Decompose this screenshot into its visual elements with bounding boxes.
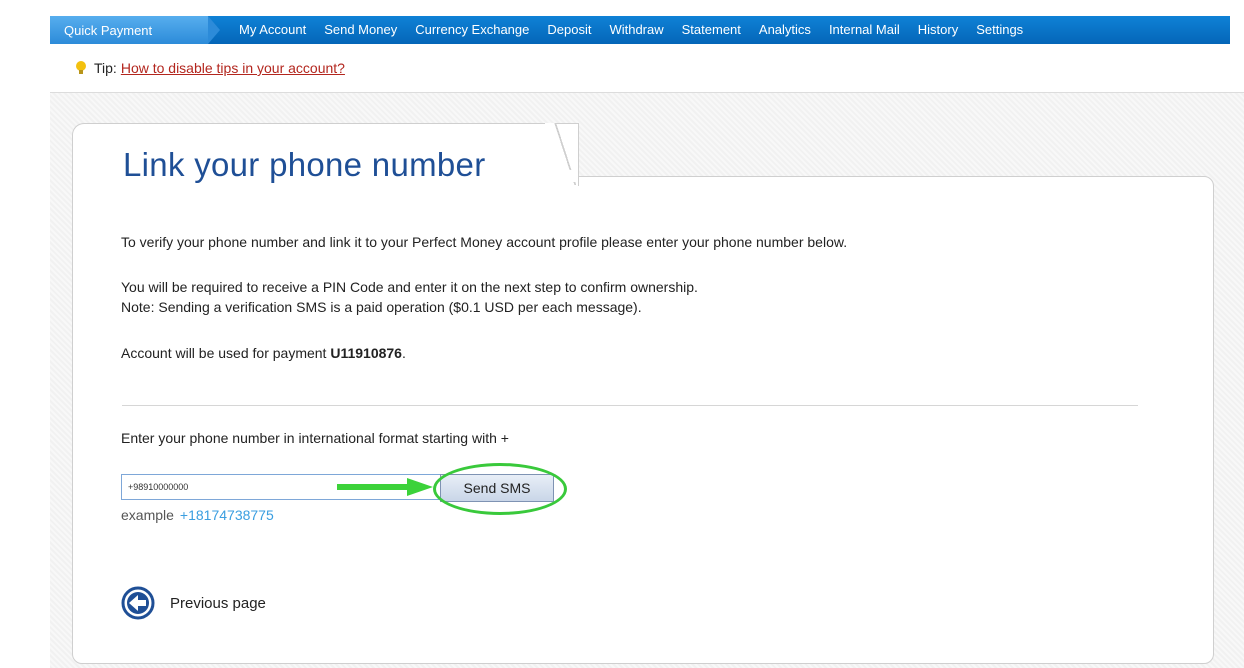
example-hint: example +18174738775 — [121, 507, 274, 523]
previous-page-label: Previous page — [170, 594, 266, 612]
green-arrow-icon — [337, 478, 433, 496]
tip-bar: Tip: How to disable tips in your account… — [76, 60, 345, 76]
tip-prefix: Tip: — [94, 60, 117, 76]
nav-send-money[interactable]: Send Money — [315, 16, 406, 44]
disable-tips-link[interactable]: How to disable tips in your account? — [121, 60, 345, 76]
back-arrow-icon — [121, 586, 155, 620]
pin-note-text: You will be required to receive a PIN Co… — [121, 279, 698, 295]
example-number: +18174738775 — [179, 507, 274, 523]
nav-settings[interactable]: Settings — [967, 16, 1032, 44]
section-divider — [122, 405, 1138, 406]
nav-history[interactable]: History — [909, 16, 967, 44]
example-label: example — [121, 507, 174, 523]
sms-cost-note: Note: Sending a verification SMS is a pa… — [121, 299, 642, 315]
intro-text: To verify your phone number and link it … — [121, 234, 848, 250]
main-nav: Quick Payment My Account Send Money Curr… — [50, 16, 1230, 44]
previous-page-link[interactable]: Previous page — [121, 586, 266, 620]
nav-analytics[interactable]: Analytics — [750, 16, 820, 44]
phone-label: Enter your phone number in international… — [121, 430, 509, 446]
account-suffix: . — [401, 345, 406, 361]
nav-my-account[interactable]: My Account — [230, 16, 315, 44]
account-prefix: Account will be used for payment — [121, 345, 327, 361]
nav-currency-exchange[interactable]: Currency Exchange — [406, 16, 538, 44]
account-line: Account will be used for payment U119108… — [121, 345, 406, 361]
account-id: U11910876 — [330, 345, 402, 361]
lightbulb-icon — [76, 61, 86, 75]
nav-statement[interactable]: Statement — [673, 16, 750, 44]
page-title: Link your phone number — [123, 146, 486, 183]
send-button-highlight — [433, 463, 567, 515]
nav-internal-mail[interactable]: Internal Mail — [820, 16, 909, 44]
nav-withdraw[interactable]: Withdraw — [600, 16, 672, 44]
nav-quick-payment[interactable]: Quick Payment — [50, 16, 220, 44]
nav-deposit[interactable]: Deposit — [538, 16, 600, 44]
